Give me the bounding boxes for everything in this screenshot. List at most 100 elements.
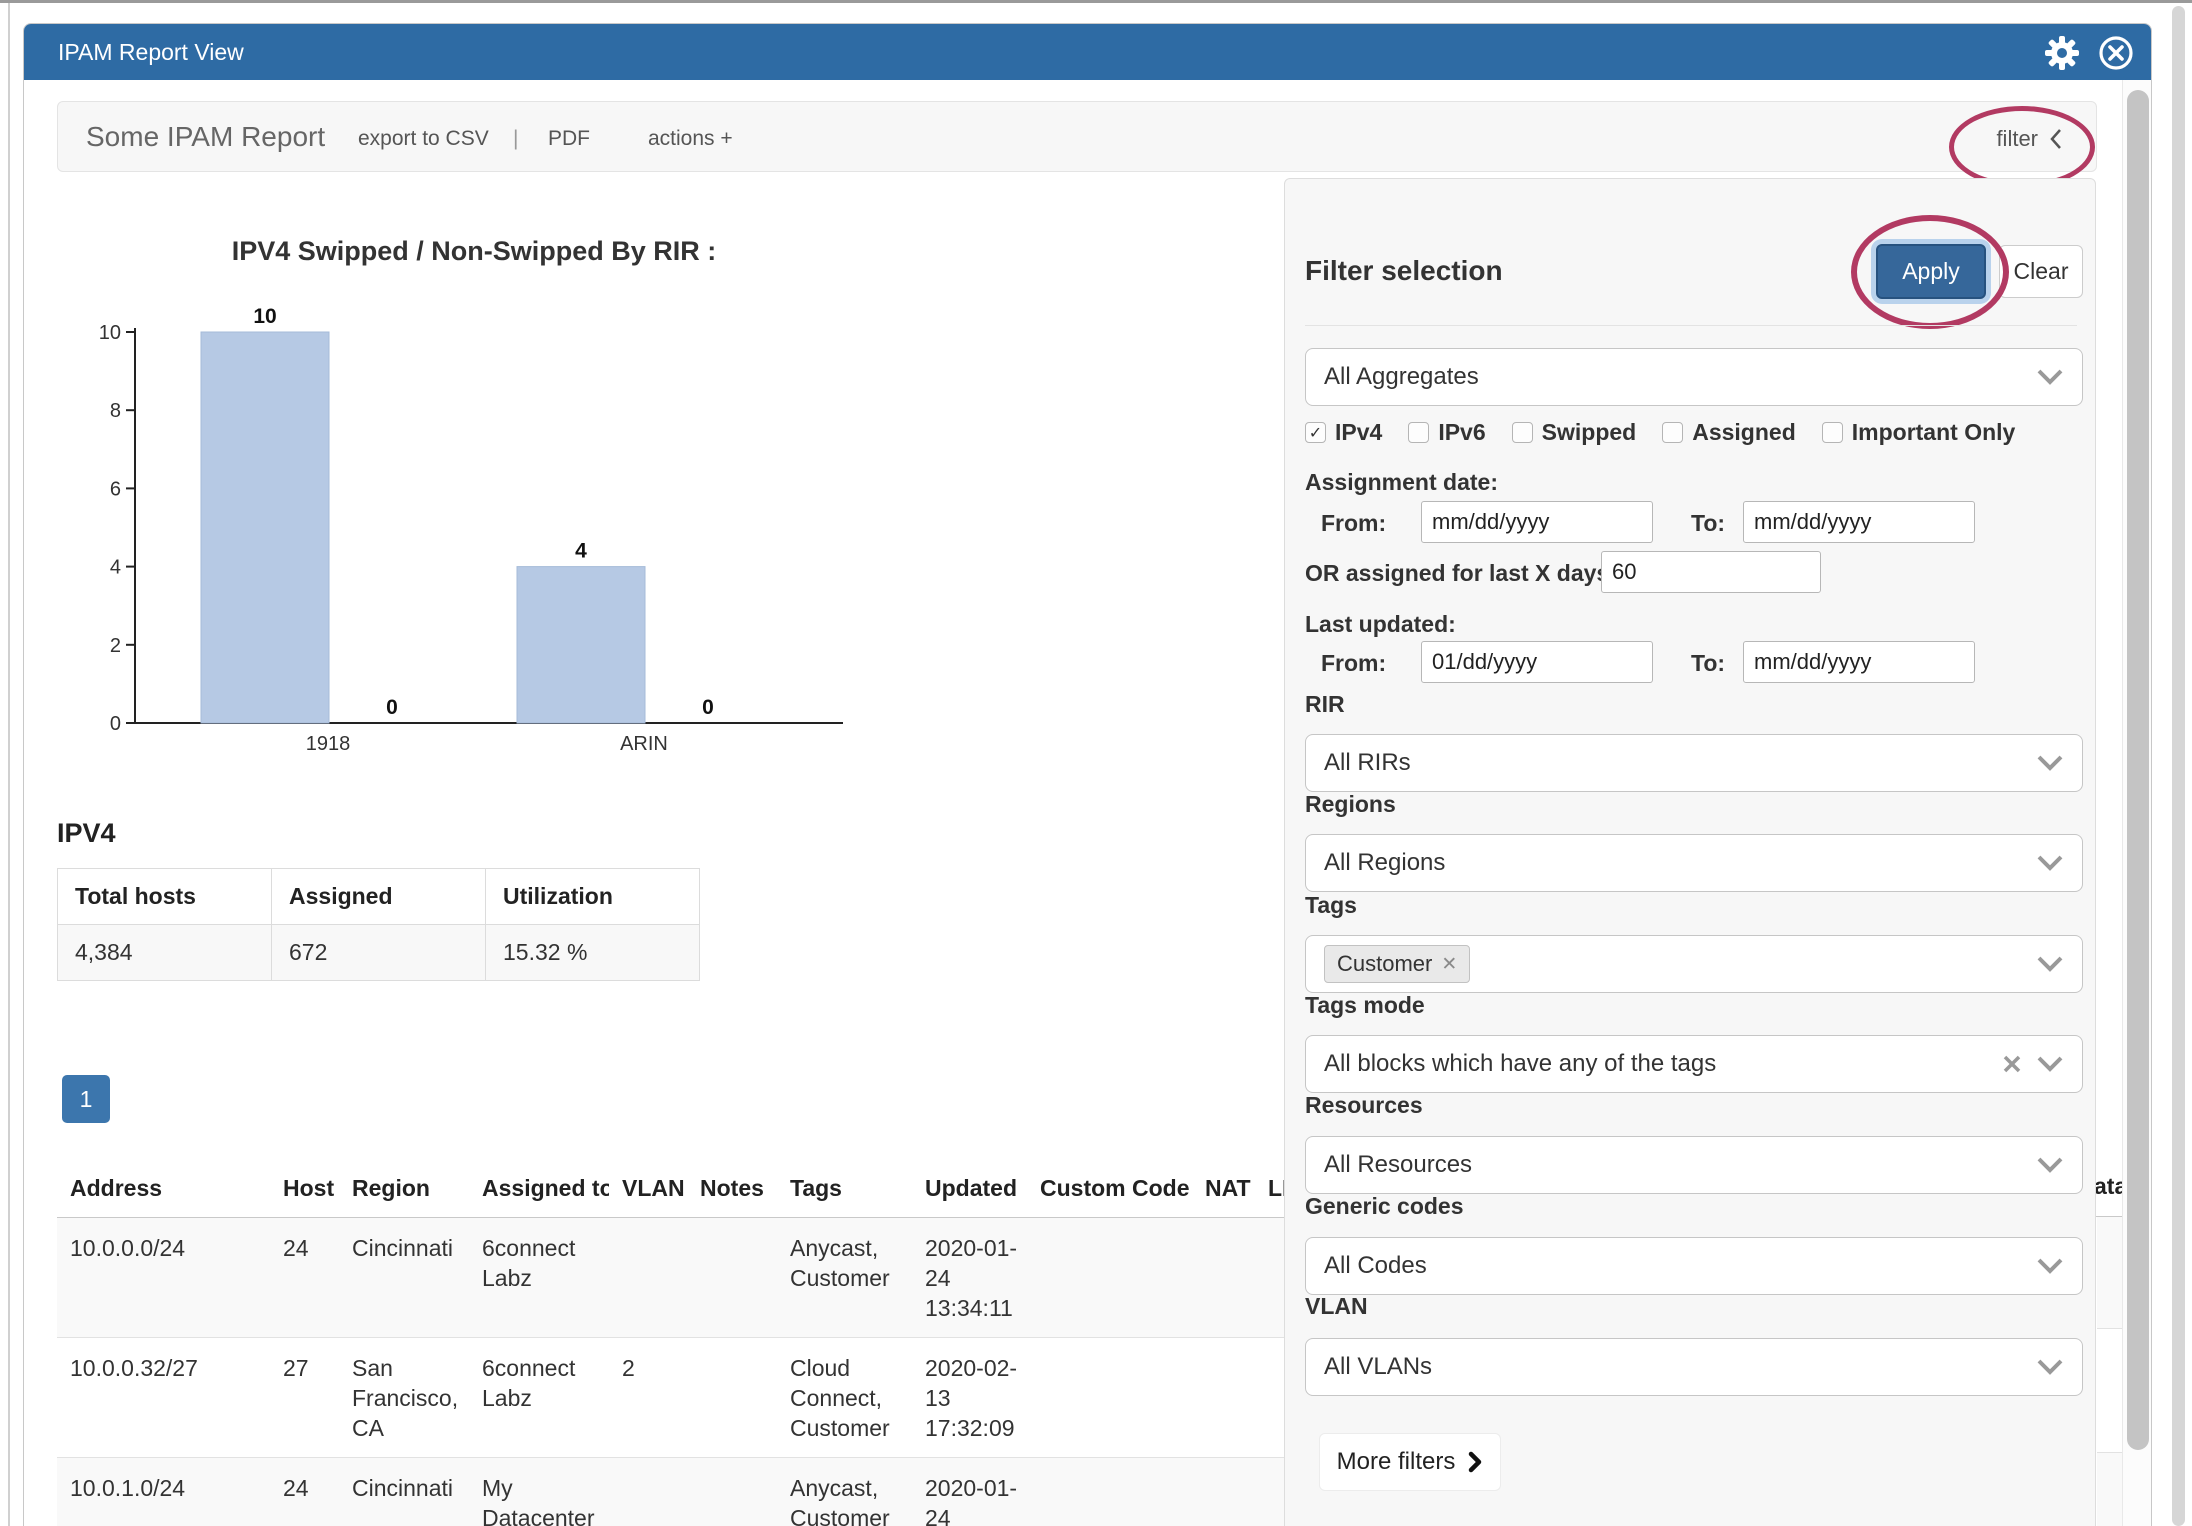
page-left-border [8, 3, 10, 1526]
more-filters-button[interactable]: More filters [1319, 1433, 1501, 1491]
assigned-last-days-input[interactable] [1601, 551, 1821, 593]
chevron-down-icon [2036, 1157, 2064, 1173]
tag-chip-customer[interactable]: Customer ✕ [1324, 945, 1470, 983]
clipped-column-header: ata [2094, 1158, 2123, 1217]
pagination-page-1[interactable]: 1 [62, 1075, 110, 1123]
report-title: Some IPAM Report [86, 121, 325, 153]
table-cell-assigned_to: 6connect Labz [469, 1218, 609, 1338]
checkbox-important-only[interactable]: Important Only [1822, 419, 2016, 446]
ipam-table-header-row: AddressHostRegionAssigned toVLANNotesTag… [57, 1158, 1290, 1218]
tags-mode-select[interactable]: All blocks which have any of the tags [1305, 1035, 2083, 1093]
filter-toggle[interactable]: filter [1996, 126, 2064, 152]
checkbox-ipv4[interactable]: ✓IPv4 [1305, 419, 1382, 446]
export-pdf-link[interactable]: PDF [548, 127, 590, 151]
page-top-border [0, 0, 2192, 3]
export-csv-link[interactable]: export to CSV [358, 127, 489, 151]
clipped-row-stripe [2097, 1329, 2123, 1453]
browser-scrollbar[interactable] [2172, 6, 2185, 1526]
table-col-header: NAT [1192, 1158, 1255, 1218]
updated-to-input[interactable] [1743, 641, 1975, 683]
checkbox-box[interactable] [1512, 422, 1533, 443]
assign-from-input[interactable] [1421, 501, 1653, 543]
table-cell-updated: 2020-02-13 17:32:09 [912, 1338, 1027, 1458]
table-cell-vlan [609, 1218, 687, 1338]
summary-col-header: Assigned [272, 869, 486, 925]
ipv4-summary-table: Total hostsAssignedUtilization 4,3846721… [57, 868, 700, 981]
ipv4-summary-header-row: Total hostsAssignedUtilization [58, 869, 700, 925]
close-icon[interactable] [2097, 34, 2135, 72]
table-col-header: Region [339, 1158, 469, 1218]
rir-select[interactable]: All RIRs [1305, 734, 2083, 792]
summary-cell: 4,384 [58, 925, 272, 981]
table-col-header: Host [270, 1158, 339, 1218]
table-cell-notes [687, 1458, 777, 1526]
ipam-table-body: 10.0.0.0/2424Cincinnati6connect LabzAnyc… [57, 1218, 1290, 1526]
aggregates-select[interactable]: All Aggregates [1305, 348, 2083, 406]
clear-selection-icon[interactable] [2002, 1054, 2022, 1074]
table-cell-updated: 2020-01-24 13:33:59 [912, 1458, 1027, 1526]
checkbox-swipped[interactable]: Swipped [1512, 419, 1637, 446]
svg-text:10: 10 [253, 305, 276, 328]
checkbox-box[interactable] [1662, 422, 1683, 443]
window-scrollbar-thumb[interactable] [2127, 90, 2149, 1450]
generic-codes-value: All Codes [1324, 1252, 2036, 1280]
assign-to-input[interactable] [1743, 501, 1975, 543]
summary-col-header: Total hosts [58, 869, 272, 925]
table-cell-tags: Anycast, Customer [777, 1218, 912, 1338]
checkbox-assigned[interactable]: Assigned [1662, 419, 1796, 446]
chip-remove-icon[interactable]: ✕ [1441, 953, 1457, 976]
tags-label: Tags [1305, 892, 1357, 919]
table-cell-region: Cincinnati [339, 1218, 469, 1338]
table-cell-host: 24 [270, 1218, 339, 1338]
actions-menu[interactable]: actions + [648, 127, 733, 151]
window-scrollbar[interactable] [2122, 80, 2152, 1526]
chevron-down-icon [2036, 1258, 2064, 1274]
chevron-left-icon [2048, 127, 2064, 151]
close-icon-svg [2097, 34, 2135, 72]
filter-panel: Filter selection Apply Clear All Aggrega… [1284, 178, 2096, 1526]
table-col-header: Tags [777, 1158, 912, 1218]
updated-from-input[interactable] [1421, 641, 1653, 683]
svg-text:1918: 1918 [306, 733, 351, 755]
checkbox-box[interactable] [1822, 422, 1843, 443]
tags-chips: Customer ✕ [1324, 945, 2036, 983]
svg-text:4: 4 [110, 557, 121, 579]
assign-to-label: To: [1691, 510, 1725, 537]
resources-select[interactable]: All Resources [1305, 1136, 2083, 1194]
tags-select[interactable]: Customer ✕ [1305, 935, 2083, 993]
table-cell-region: San Francisco, CA [339, 1338, 469, 1458]
regions-label: Regions [1305, 791, 1396, 818]
summary-cell: 15.32 % [486, 925, 700, 981]
generic-codes-label: Generic codes [1305, 1193, 1464, 1220]
filter-panel-heading: Filter selection [1305, 255, 1503, 287]
table-row[interactable]: 10.0.1.0/2424CincinnatiMy DatacenterAnyc… [57, 1458, 1290, 1526]
chevron-down-icon [2036, 1056, 2064, 1072]
chevron-right-icon [1467, 1451, 1483, 1473]
clipped-row-stripe [2097, 1453, 2123, 1526]
table-cell-updated: 2020-01-24 13:34:11 [912, 1218, 1027, 1338]
resources-label: Resources [1305, 1092, 1423, 1119]
tag-chip-label: Customer [1337, 951, 1432, 977]
table-col-header: Notes [687, 1158, 777, 1218]
generic-codes-select[interactable]: All Codes [1305, 1237, 2083, 1295]
vlan-select[interactable]: All VLANs [1305, 1338, 2083, 1396]
clear-button[interactable]: Clear [1999, 245, 2083, 298]
table-cell-notes [687, 1338, 777, 1458]
ipam-report-window: IPAM Report View [23, 23, 2152, 1526]
checkbox-box[interactable] [1408, 422, 1429, 443]
chart-title: IPV4 Swipped / Non-Swipped By RIR : [124, 236, 824, 267]
checkbox-ipv6[interactable]: IPv6 [1408, 419, 1485, 446]
checkbox-box[interactable]: ✓ [1305, 422, 1326, 443]
svg-text:4: 4 [575, 540, 587, 563]
table-cell-assigned_to: 6connect Labz [469, 1338, 609, 1458]
table-row[interactable]: 10.0.0.0/2424Cincinnati6connect LabzAnyc… [57, 1218, 1290, 1338]
table-cell-vlan: 2 [609, 1338, 687, 1458]
clipped-row-stripe [2097, 1217, 2123, 1329]
assign-from-label: From: [1321, 510, 1386, 537]
gear-icon[interactable] [2043, 34, 2081, 72]
apply-button[interactable]: Apply [1876, 244, 1986, 299]
table-row[interactable]: 10.0.0.32/2727San Francisco, CA6connect … [57, 1338, 1290, 1458]
table-col-header: Updated [912, 1158, 1027, 1218]
regions-select[interactable]: All Regions [1305, 834, 2083, 892]
table-cell-notes [687, 1218, 777, 1338]
